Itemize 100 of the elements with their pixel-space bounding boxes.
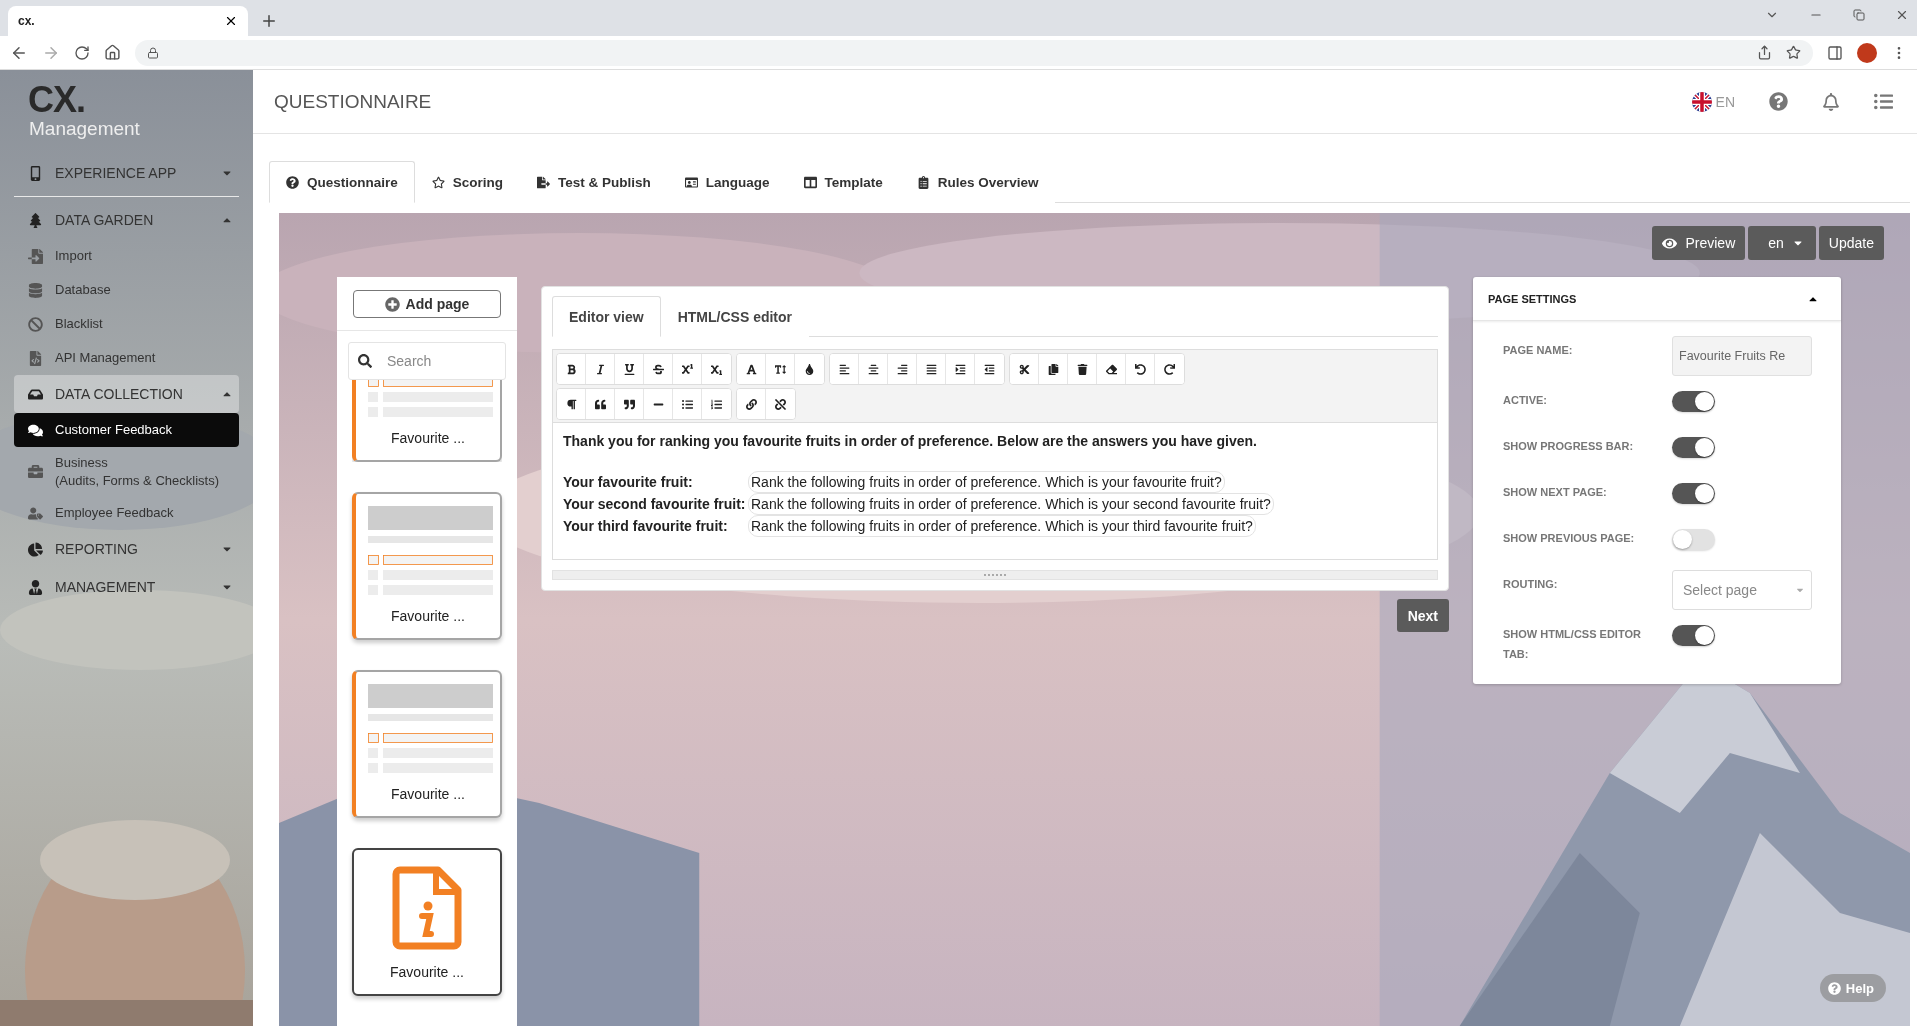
setting-label: SHOW PREVIOUS PAGE: xyxy=(1503,531,1636,546)
next-button[interactable]: Next xyxy=(1396,599,1449,632)
help-icon xyxy=(1827,981,1841,995)
bold-button[interactable] xyxy=(557,354,586,384)
paragraph-button[interactable] xyxy=(557,389,586,419)
toggle-switch[interactable] xyxy=(1672,391,1715,412)
browser-tab[interactable]: cx. xyxy=(8,6,248,36)
update-button[interactable]: Update xyxy=(1818,226,1884,260)
paragraph-icon xyxy=(565,398,577,410)
tree-icon xyxy=(28,212,43,228)
menu-label: EXPERIENCE APP xyxy=(55,163,178,183)
logo: CX. xyxy=(27,82,86,118)
menu-label: DATA GARDEN xyxy=(55,210,155,230)
preview-button[interactable]: Preview xyxy=(1652,226,1746,260)
align-justify-icon xyxy=(925,363,937,375)
menu-label: API Management xyxy=(55,349,157,367)
toggle-switch[interactable] xyxy=(1672,529,1715,550)
menu-section[interactable]: REPORTING xyxy=(14,530,239,569)
menu-label: Customer Feedback xyxy=(55,421,174,439)
menu-section[interactable]: DATA COLLECTION xyxy=(14,375,239,413)
menu-label: Business (Audits, Forms & Checklists) xyxy=(55,454,220,490)
side-panel-icon[interactable] xyxy=(1827,44,1843,61)
menu-section[interactable]: DATA GARDEN xyxy=(14,201,239,239)
menu-section[interactable]: EXPERIENCE APP xyxy=(14,154,239,192)
settings-title: PAGE SETTINGS xyxy=(1488,292,1577,305)
share-icon[interactable] xyxy=(1757,45,1772,60)
file-export-icon xyxy=(537,176,551,189)
menu-item[interactable]: Customer Feedback xyxy=(14,413,239,447)
menu-label: Database xyxy=(55,281,112,299)
clipboard-icon xyxy=(916,176,930,189)
close-icon[interactable] xyxy=(224,14,238,28)
home-icon[interactable] xyxy=(104,44,121,61)
settings-header[interactable]: PAGE SETTINGS xyxy=(1473,277,1841,321)
user-icon xyxy=(28,579,43,595)
answer-placeholder: Rank the following fruits in order of preference. Which is your third favourite fruit? xyxy=(748,515,1256,537)
page-name-field[interactable]: Favourite Fruits Re xyxy=(1672,336,1812,376)
reload-icon[interactable] xyxy=(74,44,90,61)
toggle-switch[interactable] xyxy=(1672,437,1715,458)
page-thumbnail[interactable]: Favourite ... xyxy=(352,848,502,996)
language-dropdown[interactable]: en xyxy=(1748,226,1816,260)
page-thumbnail[interactable]: Favourite ... xyxy=(352,670,502,818)
bell-icon[interactable] xyxy=(1822,92,1840,111)
search-field[interactable]: Search xyxy=(348,342,506,380)
code-file-icon xyxy=(28,350,43,366)
tab[interactable]: Questionnaire xyxy=(269,161,415,203)
redo-icon xyxy=(1164,363,1175,375)
menu-item[interactable]: Blacklist xyxy=(14,307,239,341)
editor-content[interactable] xyxy=(552,423,1438,560)
columns-icon xyxy=(803,176,817,189)
plus-icon xyxy=(384,296,400,312)
undo-icon xyxy=(1134,363,1146,375)
font-button[interactable] xyxy=(737,354,766,384)
list-icon[interactable] xyxy=(1874,92,1893,111)
unlink-icon xyxy=(775,398,786,410)
card-icon xyxy=(684,176,698,189)
toggle-switch[interactable] xyxy=(1672,483,1715,504)
menu-section[interactable]: MANAGEMENT xyxy=(14,568,239,607)
align-left-button[interactable] xyxy=(830,354,859,384)
italic-icon xyxy=(594,363,606,375)
chat-icon xyxy=(28,422,43,438)
menu-item[interactable]: Import xyxy=(14,239,239,273)
grip-icon xyxy=(984,573,1006,577)
menu-label: DATA COLLECTION xyxy=(55,384,184,404)
copy-icon xyxy=(1047,363,1059,375)
address-field[interactable] xyxy=(135,39,1813,66)
trash-icon xyxy=(1076,363,1088,375)
quote-left-icon xyxy=(594,398,606,410)
page-thumbnail[interactable]: Favourite ... xyxy=(352,380,502,462)
page-thumbnail[interactable]: Favourite ... xyxy=(352,492,502,640)
underline-icon xyxy=(623,363,635,375)
link-button[interactable] xyxy=(737,389,766,419)
help-icon[interactable] xyxy=(1769,92,1788,111)
help-icon xyxy=(286,175,299,189)
align-center-icon xyxy=(867,363,879,375)
file-import-icon xyxy=(28,248,43,264)
new-tab-icon[interactable] xyxy=(260,12,278,30)
menu-item[interactable]: Employee Feedback xyxy=(14,496,239,531)
lock-icon xyxy=(147,46,159,59)
add-page-button[interactable]: Add page xyxy=(353,290,501,319)
menu-label: REPORTING xyxy=(55,539,139,559)
menu-label: Blacklist xyxy=(55,315,104,333)
editor-tab[interactable]: Editor view xyxy=(552,296,661,337)
menu-label: Import xyxy=(55,247,93,265)
menu-item[interactable]: API Management xyxy=(14,341,239,375)
bullet-list-icon xyxy=(681,398,693,410)
scissors-icon xyxy=(1018,363,1030,375)
menu-item[interactable]: Business (Audits, Forms & Checklists) xyxy=(14,447,239,497)
profile-avatar[interactable] xyxy=(1857,42,1877,63)
answer-placeholder: Rank the following fruits in order of preference. Which is your second favourite fruit? xyxy=(748,493,1274,515)
align-left-icon xyxy=(838,363,850,375)
toggle-switch[interactable] xyxy=(1672,625,1715,646)
routing-select[interactable]: Select page xyxy=(1672,570,1812,610)
bookmark-icon[interactable] xyxy=(1786,45,1801,60)
page-label: Favourite ... xyxy=(390,964,464,980)
resize-handle[interactable] xyxy=(552,570,1438,580)
restore-icon[interactable] xyxy=(1853,9,1865,21)
info-file-icon xyxy=(392,866,462,950)
menu-item[interactable]: Database xyxy=(14,273,239,307)
ban-icon xyxy=(28,316,43,332)
scissors-button[interactable] xyxy=(1010,354,1039,384)
